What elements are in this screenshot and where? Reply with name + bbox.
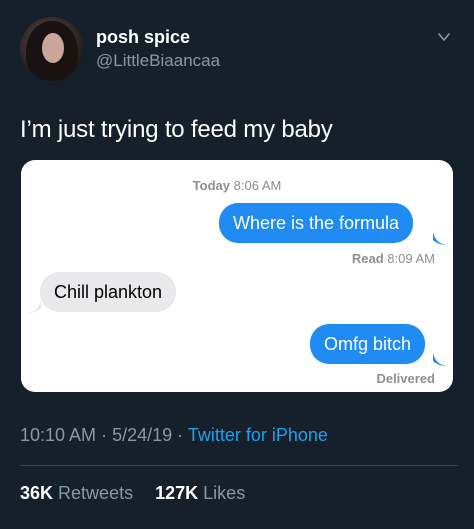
timestamp-day: Today bbox=[192, 178, 230, 193]
author-handle[interactable]: @LittleBiaancaa bbox=[96, 51, 220, 71]
screenshot-image[interactable]: Today 8:06 AM Where is the formula Read … bbox=[21, 160, 453, 392]
chevron-down-icon[interactable] bbox=[437, 30, 451, 44]
likes-count: 127K bbox=[155, 483, 199, 503]
tweet-date[interactable]: 5/24/19 bbox=[112, 425, 172, 445]
message-bubble-outgoing: Where is the formula bbox=[219, 203, 414, 243]
avatar-face bbox=[42, 33, 64, 63]
tweet-source-link[interactable]: Twitter for iPhone bbox=[188, 425, 328, 445]
read-label: Read bbox=[351, 251, 384, 266]
bubble-tail bbox=[433, 232, 447, 245]
tweet-text: I’m just trying to feed my baby bbox=[20, 116, 333, 143]
retweets-stat[interactable]: 36K Retweets bbox=[20, 483, 138, 503]
read-time: 8:09 AM bbox=[387, 251, 435, 266]
timestamp-time: 8:06 AM bbox=[233, 178, 282, 193]
meta-separator: · bbox=[101, 425, 108, 445]
conversation-timestamp: Today 8:06 AM bbox=[21, 178, 453, 193]
bubble-tail bbox=[27, 300, 41, 313]
read-receipt: Read 8:09 AM bbox=[352, 251, 435, 266]
meta-separator: · bbox=[177, 425, 184, 445]
likes-stat[interactable]: 127K Likes bbox=[155, 483, 245, 503]
author-display-name[interactable]: posh spice bbox=[96, 27, 190, 48]
retweets-count: 36K bbox=[20, 483, 54, 503]
delivered-label: Delivered bbox=[376, 371, 435, 386]
divider bbox=[20, 465, 458, 466]
tweet-time[interactable]: 10:10 AM bbox=[20, 425, 96, 445]
tweet-stats: 36K Retweets 127K Likes bbox=[20, 483, 245, 504]
tweet-meta: 10:10 AM · 5/24/19 · Twitter for iPhone bbox=[20, 425, 328, 446]
avatar[interactable] bbox=[20, 17, 84, 81]
bubble-tail bbox=[433, 353, 447, 366]
message-bubble-incoming: Chill plankton bbox=[40, 272, 177, 312]
likes-label: Likes bbox=[203, 483, 246, 503]
delivered-status: Delivered bbox=[376, 371, 435, 386]
retweets-label: Retweets bbox=[58, 483, 134, 503]
message-bubble-outgoing: Omfg bitch bbox=[310, 324, 426, 364]
